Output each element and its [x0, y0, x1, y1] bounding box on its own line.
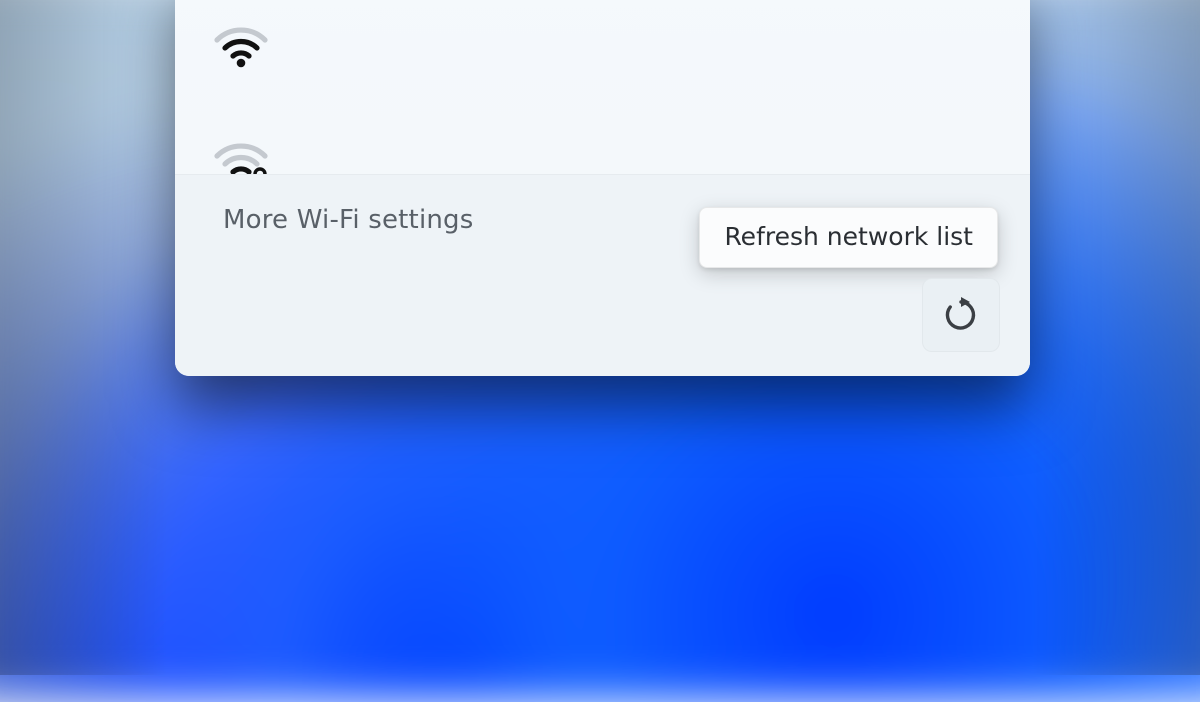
wifi-network-list [175, 0, 1030, 174]
wifi-network-item[interactable] [175, 0, 1030, 102]
wifi-panel-footer: More Wi-Fi settings Refresh network list [175, 174, 1030, 376]
wifi-quick-panel: More Wi-Fi settings Refresh network list [175, 0, 1030, 376]
refresh-network-list-button[interactable] [922, 278, 1000, 352]
refresh-area: Refresh network list [920, 199, 1000, 352]
wifi-signal-icon [213, 24, 269, 68]
refresh-icon [941, 295, 981, 335]
refresh-tooltip: Refresh network list [699, 207, 998, 268]
more-wifi-settings-link[interactable]: More Wi-Fi settings [223, 205, 474, 235]
wifi-network-item[interactable] [175, 102, 1030, 174]
